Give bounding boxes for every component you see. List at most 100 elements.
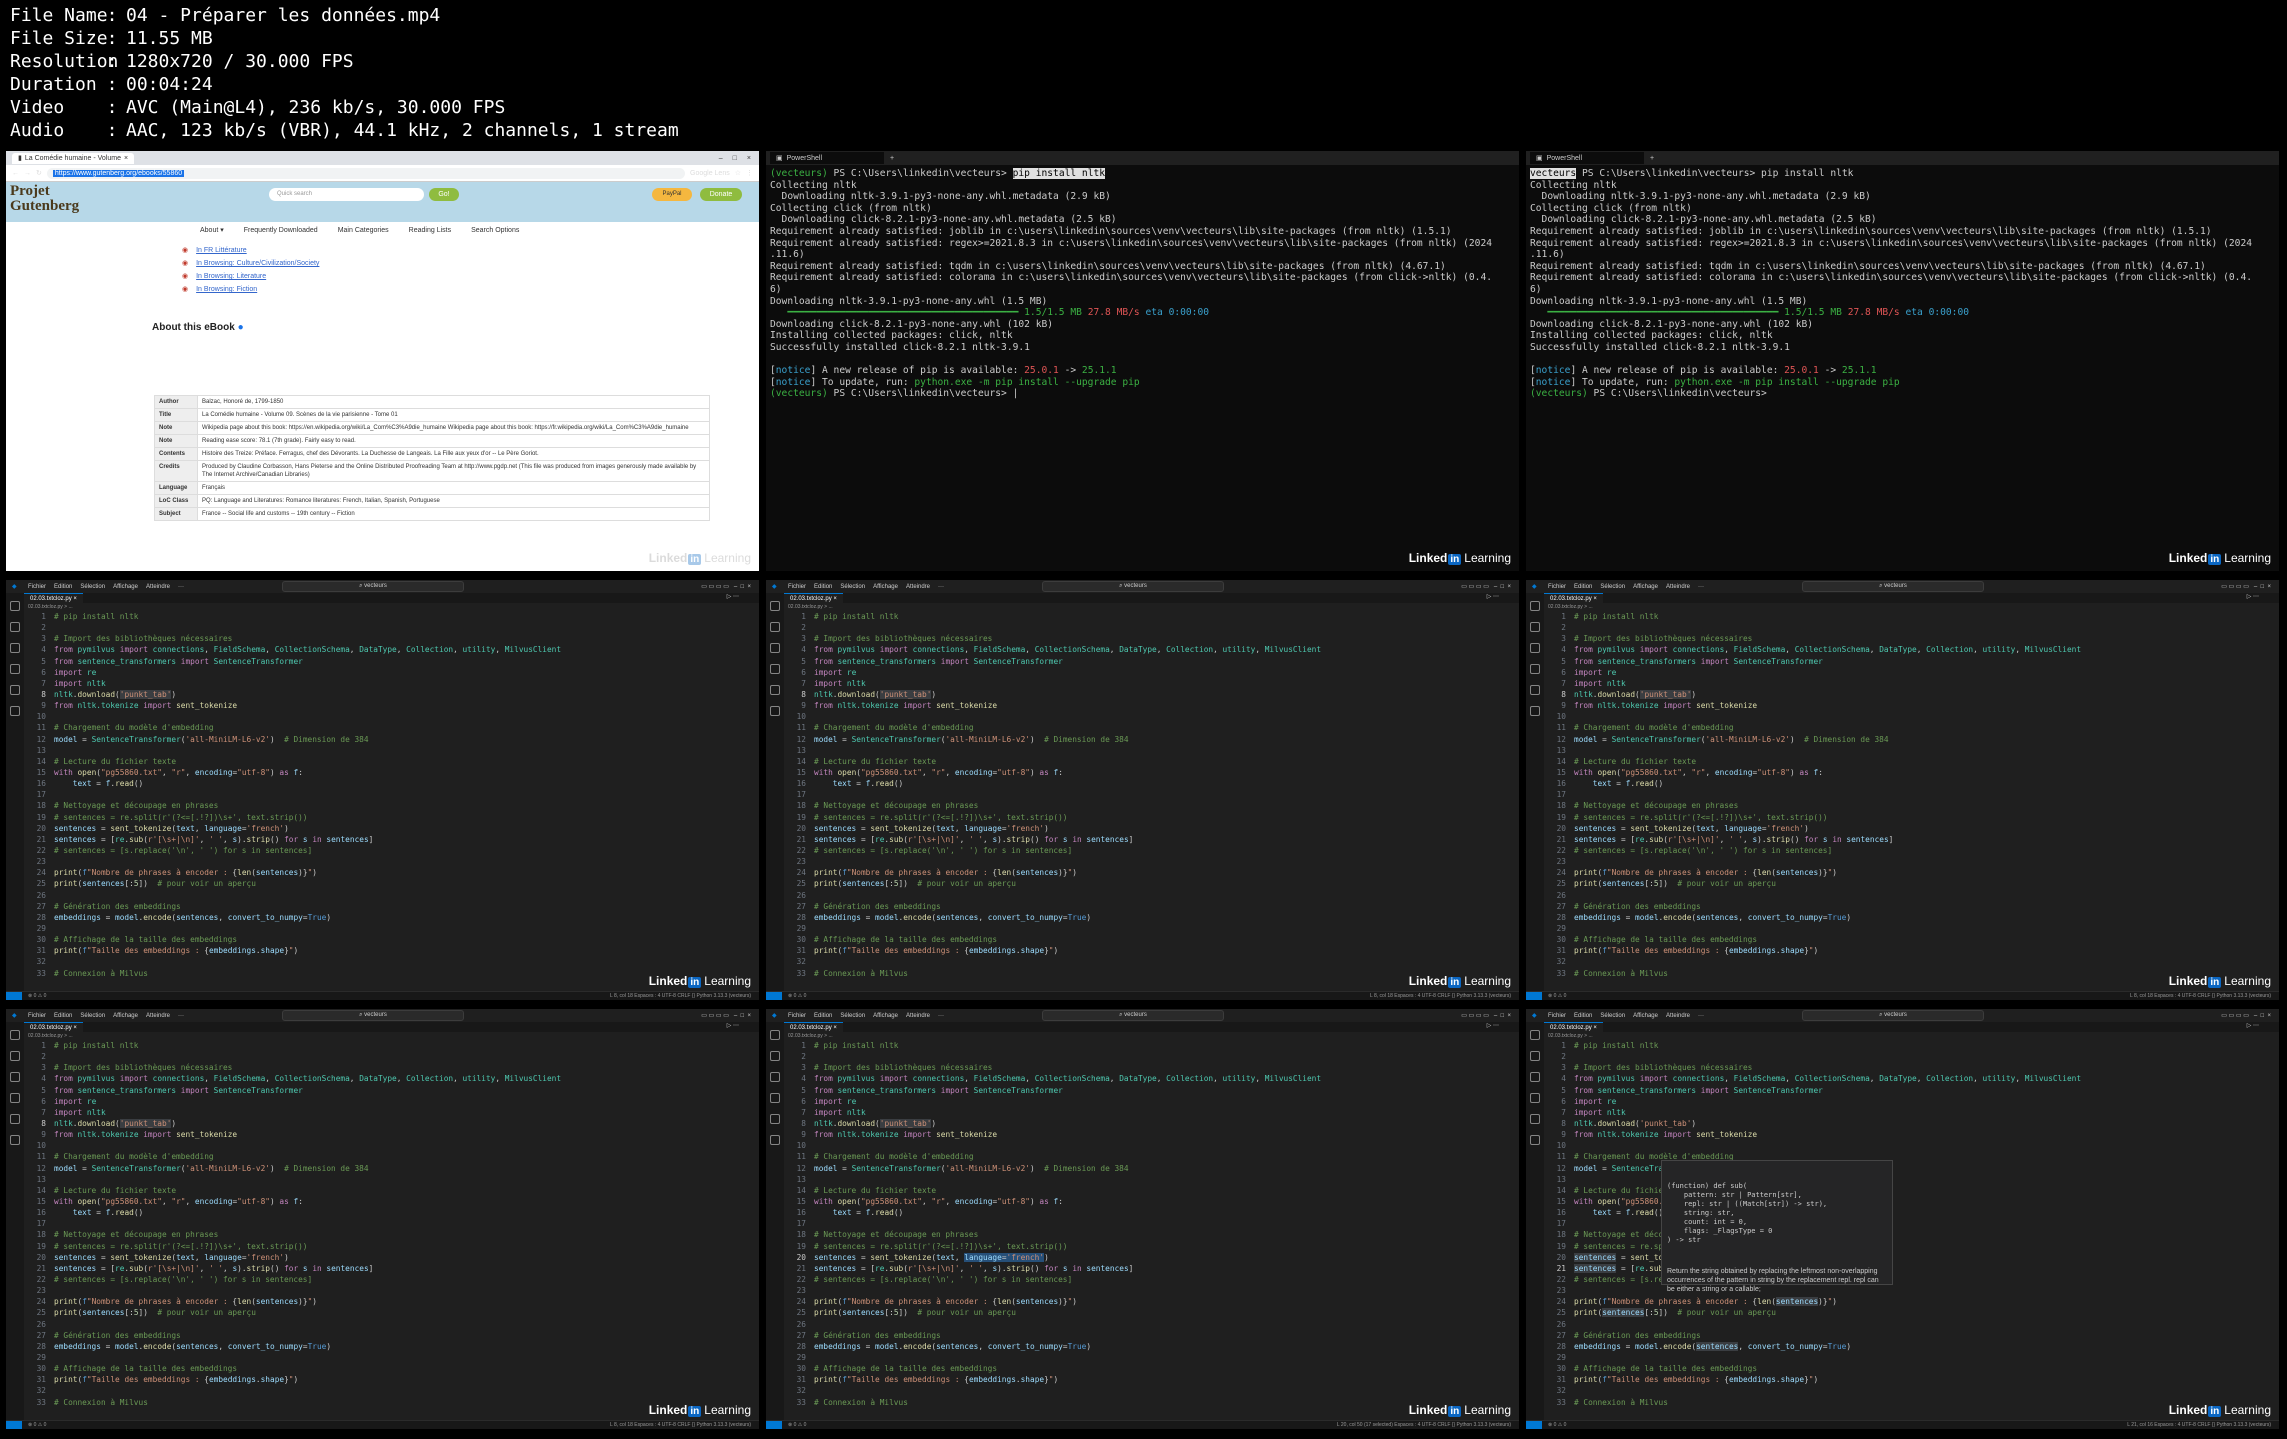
menu-item[interactable]: Affichage — [873, 584, 898, 590]
donate-button[interactable]: Donate — [700, 188, 742, 201]
menu-item[interactable]: ··· — [938, 1013, 944, 1019]
run-debug-icon[interactable] — [770, 1093, 780, 1103]
lens-button[interactable]: Google Lens — [690, 170, 730, 177]
file-tab[interactable]: 02.03.txtcloz.py × — [784, 1022, 843, 1033]
run-icon[interactable]: ▷ ⋯ — [1487, 593, 1499, 600]
back-icon[interactable]: ← — [12, 170, 19, 177]
nav-item[interactable]: About ▾ — [200, 226, 224, 234]
menu-item[interactable]: ··· — [1698, 1013, 1704, 1019]
search-icon[interactable] — [770, 622, 780, 632]
problems-count[interactable]: ⊗ 0 ⚠ 0 — [1548, 993, 1566, 999]
minimize-icon[interactable]: – — [719, 155, 723, 162]
menu-item[interactable]: Affichage — [1633, 1013, 1658, 1019]
run-debug-icon[interactable] — [1530, 1093, 1540, 1103]
category-link[interactable]: In Browsing: Fiction — [182, 283, 759, 296]
star-icon[interactable]: ☆ — [735, 169, 741, 177]
nav-item[interactable]: Main Categories — [338, 227, 389, 234]
run-icon[interactable]: ▷ ⋯ — [2247, 1022, 2259, 1029]
explorer-icon[interactable] — [10, 1030, 20, 1040]
category-link[interactable]: In Browsing: Literature — [182, 270, 759, 283]
menu-item[interactable]: Fichier — [1548, 1013, 1566, 1019]
testing-icon[interactable] — [770, 706, 780, 716]
terminal-output[interactable]: vecteurs PS C:\Users\linkedin\vecteurs> … — [1526, 165, 2279, 403]
menu-item[interactable]: Sélection — [840, 584, 865, 590]
menu-item[interactable]: Edition — [814, 1013, 832, 1019]
menu-item[interactable]: Affichage — [113, 1013, 138, 1019]
reload-icon[interactable]: ↻ — [36, 169, 42, 177]
status-info[interactable]: L 8, col 18 Espaces : 4 UTF-8 CRLF {} Py… — [1370, 992, 1511, 1000]
menu-item[interactable]: Atteindre — [906, 584, 930, 590]
menu-item[interactable]: Atteindre — [1666, 1013, 1690, 1019]
problems-count[interactable]: ⊗ 0 ⚠ 0 — [28, 993, 46, 999]
command-search[interactable]: ⌕ vecteurs — [1042, 581, 1224, 592]
explorer-icon[interactable] — [1530, 601, 1540, 611]
menu-item[interactable]: ··· — [178, 584, 184, 590]
run-icon[interactable]: ▷ ⋯ — [1487, 1022, 1499, 1029]
run-debug-icon[interactable] — [10, 1093, 20, 1103]
explorer-icon[interactable] — [770, 1030, 780, 1040]
extensions-icon[interactable] — [10, 685, 20, 695]
menu-item[interactable]: Edition — [54, 584, 72, 590]
source-control-icon[interactable] — [770, 643, 780, 653]
remote-icon[interactable] — [766, 992, 782, 1000]
menu-item[interactable]: Fichier — [788, 1013, 806, 1019]
menu-item[interactable]: Sélection — [840, 1013, 865, 1019]
file-tab[interactable]: 02.03.txtcloz.py × — [1544, 593, 1603, 604]
search-icon[interactable] — [10, 1051, 20, 1061]
explorer-icon[interactable] — [1530, 1030, 1540, 1040]
menu-item[interactable]: Sélection — [1600, 1013, 1625, 1019]
code-area[interactable]: 1 # pip install nltk 2 3 # Import des biblio… — [784, 611, 1519, 992]
status-info[interactable]: L 8, col 18 Espaces : 4 UTF-8 CRLF {} Py… — [2130, 992, 2271, 1000]
run-icon[interactable]: ▷ ⋯ — [727, 593, 739, 600]
status-info[interactable]: L 8, col 18 Espaces : 4 UTF-8 CRLF {} Py… — [610, 992, 751, 1000]
info-icon[interactable]: ● — [238, 322, 244, 333]
url-input[interactable]: https://www.gutenberg.org/ebooks/55860 — [46, 167, 686, 179]
gutenberg-logo[interactable]: Projet Gutenberg — [10, 184, 79, 214]
code-area[interactable]: 1 # pip install nltk 2 3 # Import des biblio… — [1544, 1040, 2279, 1421]
terminal-output[interactable]: (vecteurs) PS C:\Users\linkedin\vecteurs… — [766, 165, 1519, 403]
extensions-icon[interactable] — [770, 1114, 780, 1124]
problems-count[interactable]: ⊗ 0 ⚠ 0 — [28, 1422, 46, 1428]
forward-icon[interactable]: → — [24, 170, 31, 177]
category-link[interactable]: In Browsing: Culture/Civilization/Societ… — [182, 257, 759, 270]
status-info[interactable]: L 20, col 50 (17 selected) Espaces : 4 U… — [1337, 1421, 1511, 1429]
code-area[interactable]: 1 # pip install nltk 2 3 # Import des biblio… — [24, 1040, 759, 1421]
run-icon[interactable]: ▷ ⋯ — [727, 1022, 739, 1029]
category-link[interactable]: In FR Littérature — [182, 244, 759, 257]
search-icon[interactable] — [770, 1051, 780, 1061]
nav-item[interactable]: Search Options — [471, 227, 519, 234]
source-control-icon[interactable] — [1530, 1072, 1540, 1082]
command-search[interactable]: ⌕ vecteurs — [1802, 581, 1984, 592]
file-tab[interactable]: 02.03.txtcloz.py × — [24, 593, 83, 604]
explorer-icon[interactable] — [10, 601, 20, 611]
close-window-icon[interactable]: × — [747, 155, 751, 162]
menu-item[interactable]: Affichage — [113, 584, 138, 590]
maximize-icon[interactable]: □ — [733, 155, 737, 162]
explorer-icon[interactable] — [770, 601, 780, 611]
remote-icon[interactable] — [1526, 992, 1542, 1000]
problems-count[interactable]: ⊗ 0 ⚠ 0 — [1548, 1422, 1566, 1428]
menu-item[interactable]: Edition — [1574, 584, 1592, 590]
testing-icon[interactable] — [10, 1135, 20, 1145]
remote-icon[interactable] — [766, 1421, 782, 1429]
command-search[interactable]: ⌕ vecteurs — [282, 1010, 464, 1021]
menu-item[interactable]: Sélection — [80, 584, 105, 590]
testing-icon[interactable] — [770, 1135, 780, 1145]
extensions-icon[interactable] — [770, 685, 780, 695]
run-debug-icon[interactable] — [1530, 664, 1540, 674]
search-icon[interactable] — [1530, 1051, 1540, 1061]
menu-item[interactable]: ··· — [938, 584, 944, 590]
go-button[interactable]: Go! — [429, 188, 459, 201]
menu-item[interactable]: Affichage — [1633, 584, 1658, 590]
command-search[interactable]: ⌕ vecteurs — [1802, 1010, 1984, 1021]
problems-count[interactable]: ⊗ 0 ⚠ 0 — [788, 993, 806, 999]
code-area[interactable]: 1 # pip install nltk 2 3 # Import des biblio… — [1544, 611, 2279, 992]
menu-item[interactable]: Sélection — [1600, 584, 1625, 590]
status-info[interactable]: L 21, col 16 Espaces : 4 UTF-8 CRLF {} P… — [2127, 1421, 2271, 1429]
browser-tab[interactable]: ▮ La Comédie humaine - Volume × — [12, 152, 134, 164]
menu-item[interactable]: ··· — [1698, 584, 1704, 590]
nav-item[interactable]: Frequently Downloaded — [244, 227, 318, 234]
testing-icon[interactable] — [1530, 1135, 1540, 1145]
menu-item[interactable]: Atteindre — [146, 1013, 170, 1019]
source-control-icon[interactable] — [10, 1072, 20, 1082]
